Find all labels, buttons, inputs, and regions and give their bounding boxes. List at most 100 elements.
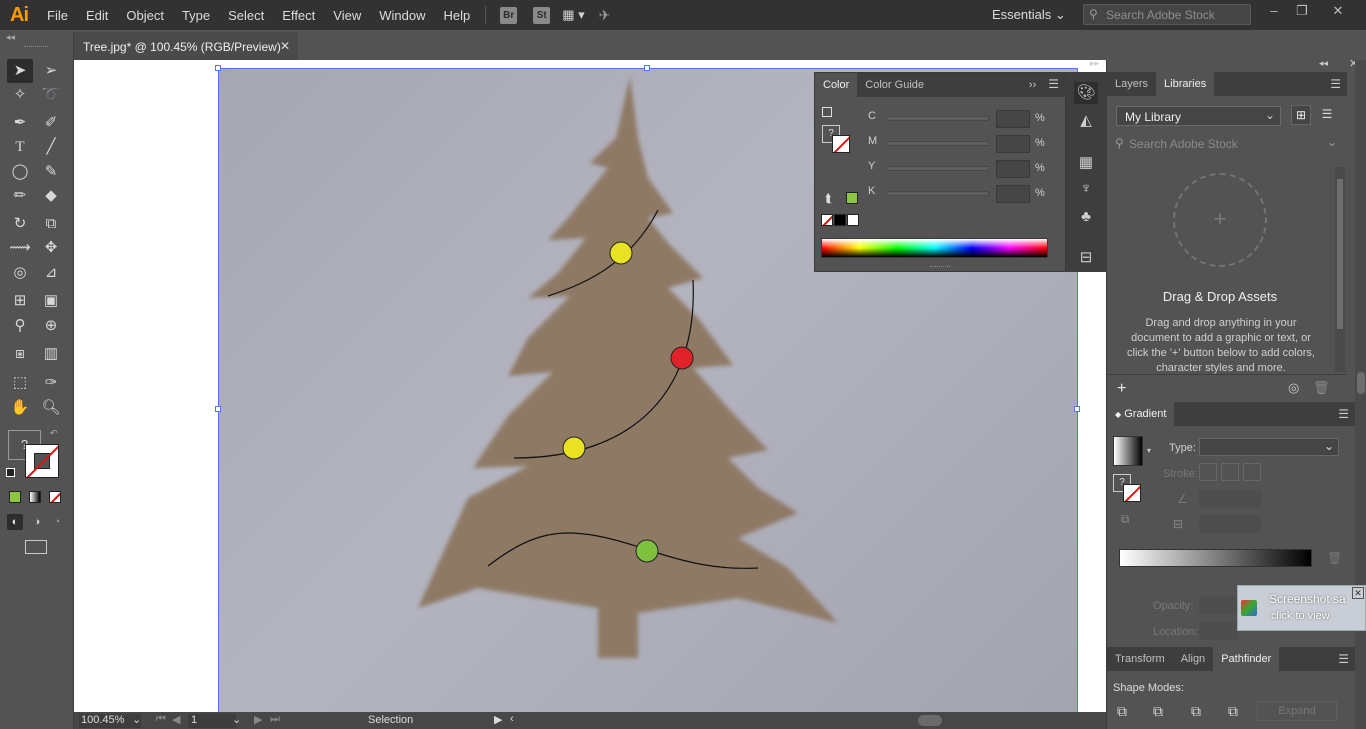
tab-color[interactable]: Color bbox=[815, 73, 858, 97]
color-mode-icon[interactable] bbox=[9, 491, 21, 503]
delete-stop-icon[interactable]: 🗑︎ bbox=[1327, 551, 1342, 565]
screenshot-notification[interactable]: Screenshot sa click to view ✕ bbox=[1237, 585, 1366, 631]
angle-input[interactable] bbox=[1199, 490, 1261, 508]
blend-tool-icon[interactable]: ⊕ bbox=[38, 314, 64, 338]
black-slider[interactable] bbox=[886, 191, 989, 196]
white-swatch[interactable] bbox=[847, 214, 859, 226]
shaper-tool-icon[interactable]: ✏ bbox=[7, 184, 33, 208]
column-graph-tool-icon[interactable]: ▥ bbox=[38, 342, 64, 366]
arrange-documents-icon[interactable]: ▦ ▾ bbox=[562, 7, 584, 23]
puppet-warp-tool-icon[interactable]: ✥ bbox=[38, 236, 64, 260]
document-tab[interactable]: Tree.jpg* @ 100.45% (RGB/Preview) ✕ bbox=[74, 32, 298, 60]
menu-view[interactable]: View bbox=[324, 8, 370, 23]
add-content-icon[interactable]: + bbox=[1117, 380, 1126, 398]
magenta-slider[interactable] bbox=[886, 141, 989, 146]
trash-icon[interactable]: 🗑︎ bbox=[1313, 380, 1330, 396]
stroke-across-icon[interactable] bbox=[1243, 463, 1261, 481]
swatches-dock-icon[interactable]: ▦ bbox=[1074, 152, 1098, 174]
color-panel-dock-icon[interactable]: 🎨︎ bbox=[1074, 82, 1098, 104]
library-select[interactable]: My Library ⌄ bbox=[1116, 106, 1281, 126]
type-tool-icon[interactable]: T bbox=[7, 135, 33, 159]
ellipse-tool-icon[interactable]: ◯ bbox=[7, 160, 33, 184]
direct-selection-tool-icon[interactable]: ➢ bbox=[38, 59, 64, 83]
gradient-stroke-swatch[interactable] bbox=[1123, 484, 1141, 502]
lasso-tool-icon[interactable]: ➰ bbox=[38, 83, 64, 107]
none-swatch[interactable] bbox=[821, 214, 833, 226]
add-asset-icon[interactable]: + bbox=[1173, 173, 1267, 267]
right-expand-icon[interactable]: ◂◂ bbox=[1319, 58, 1328, 69]
pathfinder-menu-icon[interactable]: ☰ bbox=[1332, 652, 1355, 671]
line-segment-tool-icon[interactable]: ╱ bbox=[38, 135, 64, 159]
draw-behind-icon[interactable]: ◑ bbox=[29, 514, 45, 530]
dock-collapse-icon[interactable]: ▸▸ bbox=[1090, 58, 1099, 69]
opacity-input[interactable] bbox=[1199, 596, 1239, 614]
last-artboard-icon[interactable]: ⏭ bbox=[270, 713, 280, 726]
gradient-menu-icon[interactable]: ☰ bbox=[1332, 407, 1355, 426]
scroll-left-icon[interactable]: ‹ bbox=[510, 713, 514, 725]
zoom-dropdown-icon[interactable]: ⌄ bbox=[132, 713, 141, 726]
aspect-ratio-input[interactable] bbox=[1199, 515, 1261, 533]
library-scrollbar[interactable] bbox=[1335, 167, 1345, 372]
minimize-button[interactable]: – bbox=[1263, 3, 1285, 23]
gradient-type-select[interactable]: ⌄ bbox=[1199, 438, 1339, 456]
black-swatch[interactable] bbox=[834, 214, 846, 226]
menu-type[interactable]: Type bbox=[173, 8, 219, 23]
libraries-dock-icon[interactable]: ⊟ bbox=[1074, 247, 1098, 269]
horizontal-scrollbar-thumb[interactable] bbox=[918, 715, 942, 726]
menu-file[interactable]: File bbox=[38, 8, 77, 23]
gradient-preview-dropdown-icon[interactable]: ▾ bbox=[1147, 446, 1151, 455]
gradient-slider[interactable] bbox=[1119, 549, 1312, 567]
resize-handle[interactable] bbox=[1074, 406, 1080, 412]
stroke-within-icon[interactable] bbox=[1199, 463, 1217, 481]
status-menu-icon[interactable]: ▶ bbox=[494, 713, 502, 726]
none-mode-icon[interactable] bbox=[49, 491, 61, 503]
brushes-dock-icon[interactable]: ♆ bbox=[1074, 178, 1098, 200]
resize-handle[interactable] bbox=[215, 65, 221, 71]
yellow-input[interactable] bbox=[996, 160, 1030, 178]
stroke-swatch[interactable] bbox=[25, 444, 59, 478]
slice-tool-icon[interactable]: ✑ bbox=[38, 371, 64, 395]
artboard-tool-icon[interactable]: ⬚ bbox=[7, 371, 33, 395]
tab-align[interactable]: Align bbox=[1173, 647, 1213, 671]
artboard-dropdown-icon[interactable]: ⌄ bbox=[232, 713, 241, 726]
menu-window[interactable]: Window bbox=[370, 8, 434, 23]
reverse-gradient-icon[interactable]: ⧉ bbox=[1121, 512, 1130, 527]
mesh-tool-icon[interactable]: ⊞ bbox=[7, 289, 33, 313]
resize-handle[interactable] bbox=[644, 65, 650, 71]
expand-button[interactable]: Expand bbox=[1257, 701, 1337, 721]
exclude-icon[interactable]: ⧉ bbox=[1228, 703, 1238, 720]
cyan-input[interactable] bbox=[996, 110, 1030, 128]
close-tab-icon[interactable]: ✕ bbox=[280, 39, 290, 53]
default-colors-icon[interactable] bbox=[6, 468, 15, 477]
black-input[interactable] bbox=[996, 185, 1030, 203]
gradient-tool-icon[interactable]: ▣ bbox=[38, 289, 64, 313]
minus-front-icon[interactable]: ⧉ bbox=[1153, 703, 1163, 720]
collapse-panel-icon[interactable]: ›› bbox=[1023, 79, 1042, 97]
workspace-switcher[interactable]: Essentials ⌄ bbox=[992, 7, 1066, 23]
location-input[interactable] bbox=[1199, 622, 1239, 640]
out-of-gamut-icon[interactable]: ⮬ bbox=[825, 191, 832, 206]
menu-help[interactable]: Help bbox=[434, 8, 479, 23]
stock-button[interactable]: St bbox=[533, 6, 551, 24]
stock-search-input[interactable]: ⚲ Search Adobe Stock bbox=[1083, 4, 1251, 25]
curvature-tool-icon[interactable]: ✐ bbox=[38, 111, 64, 135]
right-column-scroll-thumb[interactable] bbox=[1357, 372, 1365, 394]
tab-libraries[interactable]: Libraries bbox=[1156, 72, 1215, 96]
perspective-grid-tool-icon[interactable]: ⊿ bbox=[38, 261, 64, 285]
gpu-performance-icon[interactable]: ✈ bbox=[599, 7, 611, 24]
artboard-number-field[interactable]: 1 bbox=[188, 714, 236, 728]
menu-edit[interactable]: Edit bbox=[77, 8, 117, 23]
library-scroll-thumb[interactable] bbox=[1337, 179, 1343, 329]
last-color-swatch[interactable] bbox=[846, 192, 858, 204]
eraser-tool-icon[interactable]: ◆ bbox=[38, 184, 64, 208]
rotate-tool-icon[interactable]: ↻ bbox=[7, 212, 33, 236]
close-window-button[interactable]: ✕ bbox=[1327, 3, 1349, 23]
shape-builder-tool-icon[interactable]: ◎ bbox=[7, 261, 33, 285]
first-artboard-icon[interactable]: ⏮ bbox=[156, 713, 166, 726]
fill-stroke-mini-icon[interactable] bbox=[822, 107, 832, 117]
menu-object[interactable]: Object bbox=[117, 8, 173, 23]
restore-button[interactable]: ❐ bbox=[1291, 3, 1313, 23]
eyedropper-tool-icon[interactable]: ⚲ bbox=[7, 314, 33, 338]
grid-view-icon[interactable]: ⊞ bbox=[1291, 105, 1311, 125]
unite-icon[interactable]: ⧉ bbox=[1117, 703, 1127, 720]
